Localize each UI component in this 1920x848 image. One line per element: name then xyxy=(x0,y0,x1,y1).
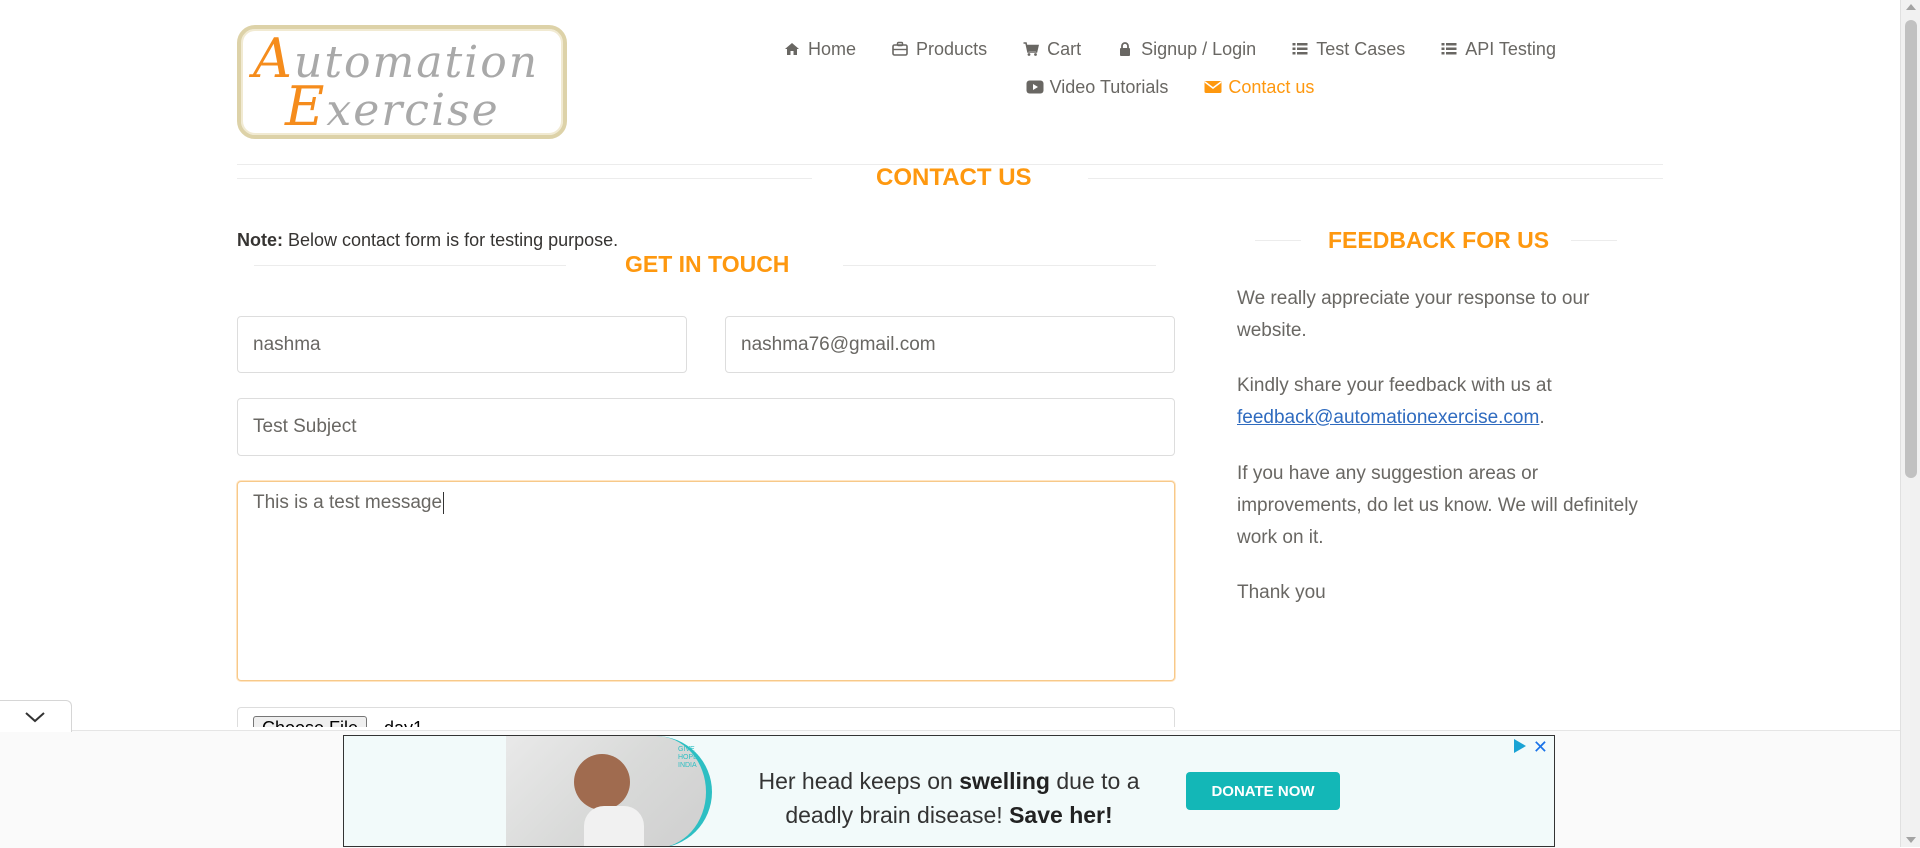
form-note: Note: Below contact form is for testing … xyxy=(237,230,619,250)
nav-contact-us[interactable]: Contact us xyxy=(1186,74,1332,100)
youtube-icon xyxy=(1026,79,1044,95)
nav-test-cases-label: Test Cases xyxy=(1316,38,1406,59)
subject-input-value: Test Subject xyxy=(253,416,357,437)
subject-input[interactable]: Test Subject xyxy=(237,398,1175,456)
nav-video-tutorials[interactable]: Video Tutorials xyxy=(1008,74,1187,100)
nav-products-label: Products xyxy=(916,38,988,59)
chevron-down-icon xyxy=(25,712,45,723)
divider-right xyxy=(1088,178,1663,179)
ad-collapse-button[interactable] xyxy=(0,700,72,732)
nav-api-testing-label: API Testing xyxy=(1465,38,1556,59)
page-title: CONTACT US xyxy=(876,164,1032,191)
message-textarea-value: This is a test message xyxy=(253,492,443,513)
nav-products[interactable]: Products xyxy=(874,36,1005,62)
logo-line-2: Exercise xyxy=(285,75,500,138)
nav-api-testing[interactable]: API Testing xyxy=(1423,36,1574,62)
nav-row-2: Video Tutorials Contact us xyxy=(720,74,1620,100)
feedback-paragraph-4: Thank you xyxy=(1237,582,1326,603)
file-name: day1 xyxy=(384,718,423,727)
nav-home-label: Home xyxy=(808,38,857,59)
feedback-paragraph-3: If you have any suggestion areas or impr… xyxy=(1237,463,1638,548)
envelope-icon xyxy=(1204,79,1222,95)
ad-baby-body xyxy=(584,806,644,846)
ad-banner[interactable]: GIVE HOPE INDIA Her head keeps on swelli… xyxy=(343,735,1555,847)
nav-home[interactable]: Home xyxy=(766,36,874,62)
site-logo[interactable]: Automation Exercise xyxy=(237,25,567,139)
adchoices-icon[interactable] xyxy=(1514,739,1526,753)
feedback-paragraph-1: We really appreciate your response to ou… xyxy=(1237,288,1590,341)
home-icon xyxy=(784,41,800,57)
text-caret xyxy=(443,492,445,514)
list-icon xyxy=(1441,41,1457,57)
get-in-touch-divider-right xyxy=(843,265,1156,266)
feedback-title: FEEDBACK FOR US xyxy=(1328,227,1550,253)
nav-test-cases[interactable]: Test Cases xyxy=(1274,36,1423,62)
feedback-divider-right xyxy=(1571,240,1617,241)
choose-file-button[interactable]: Choose File xyxy=(253,716,368,727)
ad-headline: Her head keeps on swelling due to a dead… xyxy=(758,768,1140,828)
get-in-touch-divider-left xyxy=(254,265,566,266)
scroll-up-arrow-icon[interactable] xyxy=(1906,4,1916,10)
close-icon[interactable]: ✕ xyxy=(1533,737,1548,758)
nav-signup-login-label: Signup / Login xyxy=(1141,38,1257,59)
nav-row-1: Home Products Cart Signup / Login Test C… xyxy=(720,36,1620,62)
main-nav: Home Products Cart Signup / Login Test C… xyxy=(720,36,1620,100)
ad-baby-head xyxy=(574,754,630,810)
scrollbar-thumb[interactable] xyxy=(1905,20,1917,478)
donate-now-button[interactable]: DONATE NOW xyxy=(1186,772,1340,810)
nav-cart[interactable]: Cart xyxy=(1005,36,1099,62)
briefcase-icon xyxy=(892,41,908,57)
file-upload[interactable]: Choose File day1 xyxy=(237,707,1175,727)
list-icon xyxy=(1292,41,1308,57)
email-input-value: nashma76@gmail.com xyxy=(741,333,936,355)
divider-left xyxy=(237,178,812,179)
scroll-down-arrow-icon[interactable] xyxy=(1906,837,1916,843)
nav-video-tutorials-label: Video Tutorials xyxy=(1049,76,1169,97)
nav-signup-login[interactable]: Signup / Login xyxy=(1099,36,1274,62)
page-scrollbar[interactable] xyxy=(1900,0,1920,847)
cart-icon xyxy=(1023,41,1040,57)
feedback-paragraph-2: Kindly share your feedback with us at fee… xyxy=(1237,375,1552,428)
get-in-touch-title: GET IN TOUCH xyxy=(625,251,790,277)
message-textarea[interactable]: This is a test message xyxy=(237,481,1175,681)
nav-cart-label: Cart xyxy=(1047,38,1082,59)
feedback-divider-left xyxy=(1255,240,1301,241)
name-input[interactable]: nashma xyxy=(237,316,687,373)
lock-icon xyxy=(1117,41,1133,57)
feedback-email-link[interactable]: feedback@automationexercise.com xyxy=(1237,407,1539,428)
nav-contact-us-label: Contact us xyxy=(1228,76,1315,97)
ad-mini-logo: GIVE HOPE INDIA xyxy=(678,746,698,769)
email-input[interactable]: nashma76@gmail.com xyxy=(725,316,1175,373)
name-input-value: nashma xyxy=(253,333,321,355)
